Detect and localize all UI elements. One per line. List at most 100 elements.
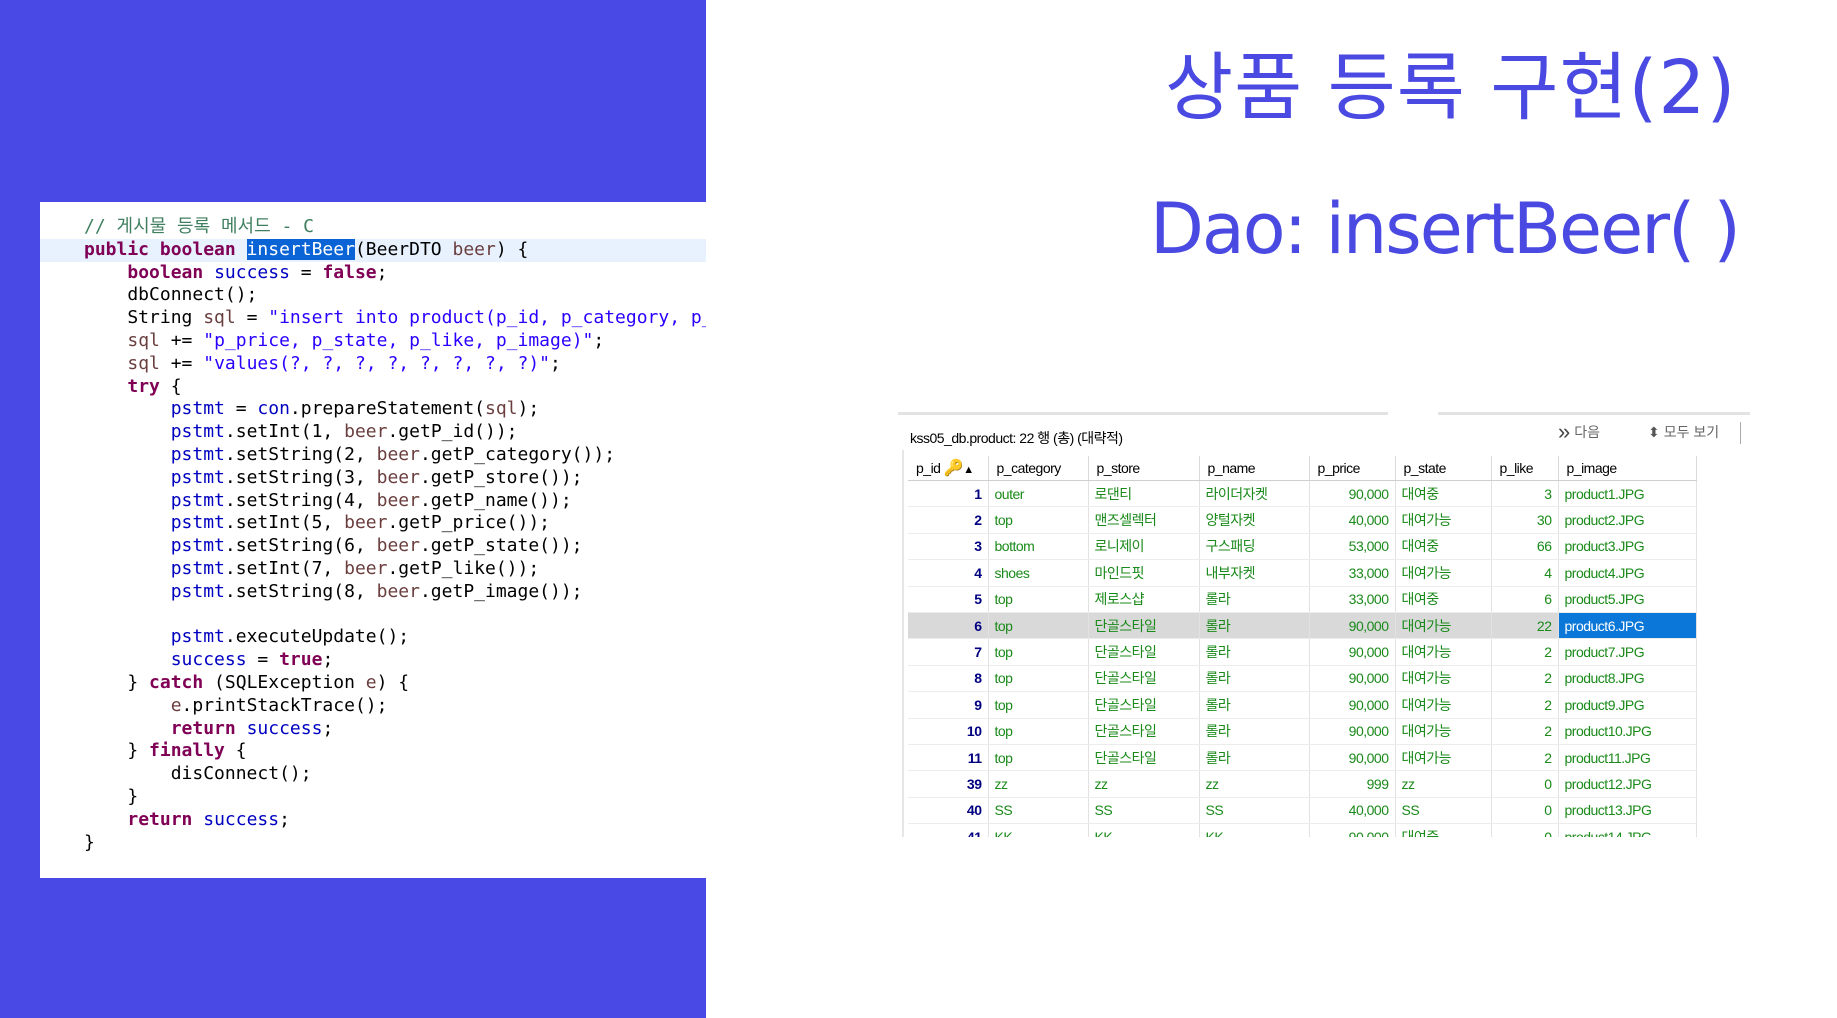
cell-p_image[interactable]: product10.JPG	[1558, 718, 1697, 745]
cell-p_id[interactable]: 2	[908, 506, 989, 534]
cell-p_price[interactable]: 90,000	[1309, 480, 1396, 508]
table-row[interactable]: 40 SS SS SS 40,000 SS 0 product13.JPG	[908, 797, 1697, 825]
cell-p_state[interactable]: 대여가능	[1395, 506, 1492, 534]
cell-p_state[interactable]: 대여중	[1395, 586, 1492, 613]
cell-p_name[interactable]: 롤라	[1199, 691, 1310, 719]
code-line[interactable]: return success;	[40, 718, 706, 741]
cell-p_image[interactable]: product1.JPG	[1558, 480, 1697, 508]
cell-p_state[interactable]: 대여중	[1395, 823, 1492, 837]
cell-p_store[interactable]: 로니제이	[1088, 533, 1200, 561]
code-line[interactable]: sql += "values(?, ?, ?, ?, ?, ?, ?, ?)";	[40, 353, 706, 376]
column-header-p_like[interactable]: p_like	[1491, 456, 1559, 481]
cell-p_price[interactable]: 90,000	[1309, 638, 1396, 666]
cell-p_image[interactable]: product14.JPG	[1558, 823, 1697, 837]
table-row[interactable]: 8 top 단골스타일 롤라 90,000 대여가능 2 product8.JPG	[908, 665, 1697, 693]
cell-p_name[interactable]: SS	[1199, 797, 1310, 825]
cell-p_like[interactable]: 2	[1491, 691, 1559, 719]
table-row[interactable]: 10 top 단골스타일 롤라 90,000 대여가능 2 product10.JPG	[908, 718, 1697, 745]
cell-p_state[interactable]: 대여가능	[1395, 744, 1492, 772]
cell-p_state[interactable]: 대여가능	[1395, 638, 1492, 666]
cell-p_store[interactable]: SS	[1088, 797, 1200, 825]
cell-p_price[interactable]: 90,000	[1309, 612, 1396, 640]
show-all-button[interactable]: ⬍ 모두 보기	[1648, 422, 1719, 442]
column-header-p_image[interactable]: p_image	[1558, 456, 1697, 481]
cell-p_like[interactable]: 66	[1491, 533, 1559, 561]
cell-p_like[interactable]: 30	[1491, 506, 1559, 534]
next-button[interactable]: » 다음	[1558, 421, 1600, 443]
cell-p_id[interactable]: 11	[908, 744, 989, 772]
code-line[interactable]: } finally {	[40, 740, 706, 763]
cell-p_store[interactable]: zz	[1088, 770, 1200, 798]
cell-p_price[interactable]: 33,000	[1309, 559, 1396, 587]
cell-p_id[interactable]: 7	[908, 638, 989, 666]
cell-p_category[interactable]: SS	[988, 797, 1089, 825]
code-line[interactable]: success = true;	[40, 649, 706, 672]
cell-p_state[interactable]: 대여가능	[1395, 612, 1492, 640]
code-line[interactable]	[40, 604, 706, 627]
cell-p_price[interactable]: 999	[1309, 770, 1396, 798]
cell-p_category[interactable]: KK	[988, 823, 1089, 837]
code-line[interactable]: pstmt.setInt(1, beer.getP_id());	[40, 421, 706, 444]
cell-p_name[interactable]: 롤라	[1199, 718, 1310, 745]
cell-p_state[interactable]: 대여가능	[1395, 665, 1492, 693]
code-line[interactable]: return success;	[40, 809, 706, 832]
cell-p_like[interactable]: 4	[1491, 559, 1559, 587]
cell-p_price[interactable]: 40,000	[1309, 797, 1396, 825]
code-line[interactable]: pstmt.setString(8, beer.getP_image());	[40, 581, 706, 604]
code-line[interactable]: pstmt.setString(6, beer.getP_state());	[40, 535, 706, 558]
code-line[interactable]: } catch (SQLException e) {	[40, 672, 706, 695]
cell-p_state[interactable]: 대여가능	[1395, 691, 1492, 719]
cell-p_price[interactable]: 53,000	[1309, 533, 1396, 561]
cell-p_price[interactable]: 40,000	[1309, 506, 1396, 534]
cell-p_id[interactable]: 40	[908, 797, 989, 825]
cell-p_id[interactable]: 39	[908, 770, 989, 798]
cell-p_category[interactable]: top	[988, 718, 1089, 745]
table-row[interactable]: 41 KK KK KK 90,000 대여중 0 product14.JPG	[908, 823, 1697, 837]
cell-p_store[interactable]: KK	[1088, 823, 1200, 837]
cell-p_category[interactable]: top	[988, 665, 1089, 693]
cell-p_store[interactable]: 마인드핏	[1088, 559, 1200, 587]
cell-p_image[interactable]: product3.JPG	[1558, 533, 1697, 561]
cell-p_name[interactable]: 구스패딩	[1199, 533, 1310, 561]
table-row[interactable]: 9 top 단골스타일 롤라 90,000 대여가능 2 product9.JPG	[908, 691, 1697, 719]
cell-p_category[interactable]: top	[988, 586, 1089, 613]
table-row[interactable]: 3 bottom 로니제이 구스패딩 53,000 대여중 66 product3.JPG	[908, 533, 1697, 561]
cell-p_name[interactable]: 내부자켓	[1199, 559, 1310, 587]
cell-p_like[interactable]: 2	[1491, 718, 1559, 745]
table-row[interactable]: 39 zz zz zz 999 zz 0 product12.JPG	[908, 770, 1697, 798]
cell-p_image[interactable]: product2.JPG	[1558, 506, 1697, 534]
table-row[interactable]: 2 top 맨즈셀렉터 양털자켓 40,000 대여가능 30 product2.JPG	[908, 506, 1697, 534]
code-line[interactable]: e.printStackTrace();	[40, 695, 706, 718]
cell-p_price[interactable]: 33,000	[1309, 586, 1396, 613]
cell-p_like[interactable]: 2	[1491, 744, 1559, 772]
cell-p_image[interactable]: product7.JPG	[1558, 638, 1697, 666]
cell-p_name[interactable]: 롤라	[1199, 638, 1310, 666]
cell-p_price[interactable]: 90,000	[1309, 718, 1396, 745]
code-line[interactable]: boolean success = false;	[40, 262, 706, 285]
cell-p_name[interactable]: zz	[1199, 770, 1310, 798]
code-line[interactable]: pstmt.setInt(5, beer.getP_price());	[40, 512, 706, 535]
cell-p_state[interactable]: SS	[1395, 797, 1492, 825]
cell-p_like[interactable]: 3	[1491, 480, 1559, 508]
cell-p_name[interactable]: 롤라	[1199, 586, 1310, 613]
cell-p_name[interactable]: 롤라	[1199, 744, 1310, 772]
table-row[interactable]: 6 top 단골스타일 롤라 90,000 대여가능 22 product6.JPG	[908, 612, 1697, 640]
code-line[interactable]: pstmt = con.prepareStatement(sql);	[40, 398, 706, 421]
cell-p_price[interactable]: 90,000	[1309, 744, 1396, 772]
cell-p_state[interactable]: 대여가능	[1395, 559, 1492, 587]
cell-p_name[interactable]: 롤라	[1199, 665, 1310, 693]
code-line[interactable]: // 게시물 등록 메서드 - C	[40, 216, 706, 239]
cell-p_store[interactable]: 단골스타일	[1088, 691, 1200, 719]
code-line[interactable]: sql += "p_price, p_state, p_like, p_imag…	[40, 330, 706, 353]
code-line[interactable]: pstmt.setInt(7, beer.getP_like());	[40, 558, 706, 581]
cell-p_id[interactable]: 41	[908, 823, 989, 837]
table-row[interactable]: 4 shoes 마인드핏 내부자켓 33,000 대여가능 4 product4.JPG	[908, 559, 1697, 587]
cell-p_id[interactable]: 1	[908, 480, 989, 508]
table-row[interactable]: 5 top 제로스샵 롤라 33,000 대여중 6 product5.JPG	[908, 586, 1697, 613]
cell-p_like[interactable]: 22	[1491, 612, 1559, 640]
cell-p_state[interactable]: 대여가능	[1395, 718, 1492, 745]
cell-p_store[interactable]: 단골스타일	[1088, 612, 1200, 640]
cell-p_id[interactable]: 9	[908, 691, 989, 719]
cell-p_store[interactable]: 단골스타일	[1088, 744, 1200, 772]
cell-p_category[interactable]: top	[988, 506, 1089, 534]
